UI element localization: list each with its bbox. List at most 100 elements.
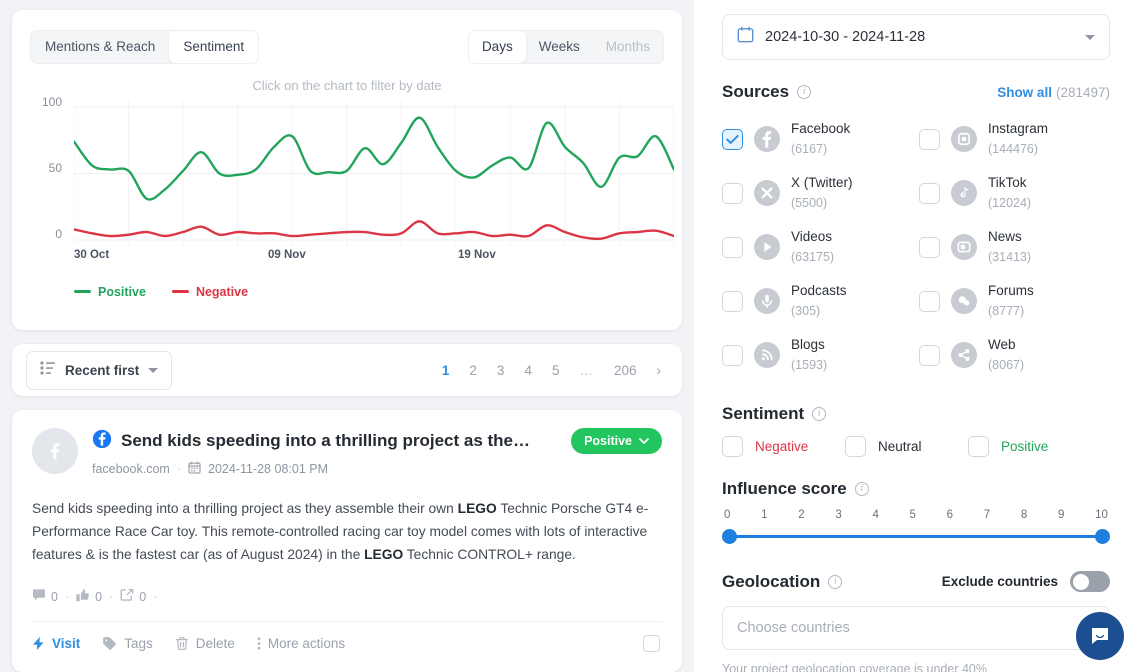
page-5[interactable]: 5 [545,360,567,381]
news-icon [951,234,977,260]
page-2[interactable]: 2 [462,360,484,381]
source-name: X (Twitter) [791,175,853,190]
video-play-icon [754,234,780,260]
meta-separator: · [177,462,181,476]
country-select[interactable]: Choose countries [722,606,1110,650]
page-206[interactable]: 206 [607,360,644,381]
slider-knob-max[interactable] [1095,529,1110,544]
sentiment-option-positive[interactable]: Positive [968,436,1091,457]
source-item[interactable]: Web(8067) [919,328,1110,382]
granularity-days[interactable]: Days [469,31,526,63]
next-page-button[interactable]: › [650,360,669,381]
sentiment-negative-checkbox[interactable] [722,436,743,457]
exclude-countries-label: Exclude countries [942,574,1058,589]
source-item[interactable]: Blogs(1593) [722,328,913,382]
sentiment-badge-label: Positive [584,434,632,448]
mention-body-highlight: LEGO [364,547,403,562]
geolocation-note: Your project geolocation coverage is und… [722,662,1110,672]
sentiment-option-negative[interactable]: Negative [722,436,845,457]
mention-card: Send kids speeding into a thrilling proj… [12,410,682,672]
source-item[interactable]: Forums(8777) [919,274,1110,328]
source-checkbox[interactable] [919,183,940,204]
info-icon[interactable]: i [812,407,826,421]
metric-tabs[interactable]: Mentions & Reach Sentiment [30,30,259,64]
show-all-sources-button[interactable]: Show all(281497) [997,85,1110,100]
legend-swatch-negative [172,290,189,293]
source-checkbox[interactable] [722,129,743,150]
stat-shares-value: 0 [139,590,146,604]
page-4[interactable]: 4 [517,360,539,381]
source-checkbox[interactable] [919,291,940,312]
sentiment-option-neutral[interactable]: Neutral [845,436,968,457]
source-checkbox[interactable] [919,345,940,366]
sources-grid: Facebook(6167)Instagram(144476)X (Twitte… [722,112,1110,382]
source-count: (8067) [988,358,1024,372]
source-item[interactable]: Podcasts(305) [722,274,913,328]
page-3[interactable]: 3 [490,360,512,381]
more-actions-label: More actions [268,636,345,651]
comment-icon [32,588,46,605]
info-icon[interactable]: i [797,85,811,99]
source-name: Podcasts [791,283,847,298]
date-range-value: 2024-10-30 - 2024-11-28 [765,29,1074,45]
influence-tick: 4 [872,509,878,521]
tab-sentiment[interactable]: Sentiment [169,31,258,63]
avatar [32,428,78,474]
source-checkbox[interactable] [722,183,743,204]
visit-button[interactable]: Visit [32,636,80,651]
tags-label: Tags [124,636,153,651]
slider-knob-min[interactable] [722,529,737,544]
more-actions-button[interactable]: More actions [257,636,345,651]
exclude-countries-control[interactable]: Exclude countries [942,571,1110,592]
influence-tick: 1 [761,509,767,521]
toggle-thumb [1073,574,1089,590]
stat-separator-2: · [109,590,113,604]
sentiment-positive-checkbox[interactable] [968,436,989,457]
sources-header: Sources i Show all(281497) [722,82,1110,102]
granularity-tabs[interactable]: Days Weeks Months [468,30,664,64]
sentiment-line-plot[interactable]: 100 50 0 30 Oct 09 Nov 19 Nov [30,101,664,261]
delete-label: Delete [196,636,235,651]
influence-slider[interactable] [722,527,1110,547]
sort-dropdown[interactable]: Recent first [26,351,172,390]
stat-likes: 0 [76,588,102,605]
source-item[interactable]: Instagram(144476) [919,112,1110,166]
pagination[interactable]: 1 2 3 4 5 … 206 › [435,360,668,381]
granularity-weeks[interactable]: Weeks [526,31,593,63]
source-checkbox[interactable] [722,345,743,366]
chart-canvas [74,101,674,246]
source-checkbox[interactable] [722,291,743,312]
source-name: News [988,229,1022,244]
source-item[interactable]: TikTok(12024) [919,166,1110,220]
info-icon[interactable]: i [828,575,842,589]
source-item[interactable]: X (Twitter)(5500) [722,166,913,220]
info-icon[interactable]: i [855,482,869,496]
chevron-down-icon [148,368,158,373]
stat-shares: 0 [120,588,146,605]
source-checkbox[interactable] [919,237,940,258]
x-tick-2: 19 Nov [458,249,496,261]
source-name: Blogs [791,337,825,352]
mention-domain[interactable]: facebook.com [92,462,170,476]
mention-select-checkbox[interactable] [643,635,660,652]
tags-button[interactable]: Tags [102,636,153,651]
source-item[interactable]: Facebook(6167) [722,112,913,166]
source-item[interactable]: News(31413) [919,220,1110,274]
delete-button[interactable]: Delete [175,636,235,651]
sentiment-negative-label: Negative [755,439,808,454]
source-item[interactable]: Videos(63175) [722,220,913,274]
exclude-countries-toggle[interactable] [1070,571,1110,592]
source-checkbox[interactable] [722,237,743,258]
forums-icon [951,288,977,314]
source-count: (12024) [988,196,1031,210]
page-1[interactable]: 1 [435,360,457,381]
mention-title[interactable]: Send kids speeding into a thrilling proj… [121,431,562,451]
sentiment-badge[interactable]: Positive [571,428,662,454]
tab-mentions-reach[interactable]: Mentions & Reach [31,31,169,63]
chat-widget-button[interactable] [1076,612,1124,660]
sentiment-header: Sentiment i [722,404,1110,424]
stat-comments: 0 [32,588,58,605]
sentiment-neutral-checkbox[interactable] [845,436,866,457]
source-checkbox[interactable] [919,129,940,150]
date-range-picker[interactable]: 2024-10-30 - 2024-11-28 [722,14,1110,60]
